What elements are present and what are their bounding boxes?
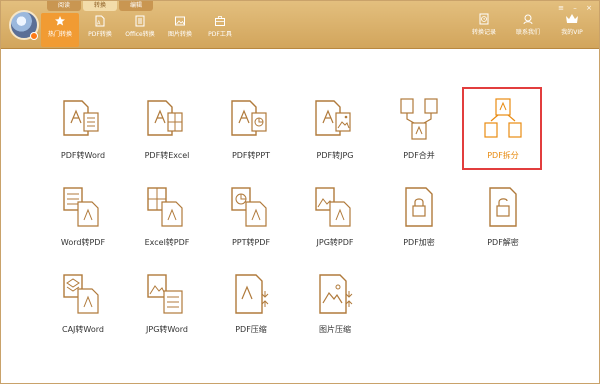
tab-read[interactable]: 阅读 xyxy=(47,1,81,11)
tool-label: CAJ转Word xyxy=(62,325,104,334)
nav-label: PDF转换 xyxy=(88,31,112,38)
nav-label: 图片转换 xyxy=(167,31,192,38)
tool-jpg-to-word[interactable]: JPG转Word xyxy=(125,267,209,354)
tab-edit[interactable]: 编辑 xyxy=(119,1,153,11)
tool-row: CAJ转Word JPG转Word PDF压缩 图片压缩 xyxy=(41,267,561,354)
tool-grid: PDF转Word PDF转Excel PDF转PPT PDF转JPG PDF合并… xyxy=(41,87,561,354)
app-window: 阅读 转换 编辑 热门转换 A PDF转换 Office转换 图片转换 PDF工… xyxy=(0,0,600,384)
tool-excel-to-pdf[interactable]: Excel转PDF xyxy=(125,180,209,267)
tool-label: PDF加密 xyxy=(403,238,435,247)
pdf-to-ppt-icon xyxy=(231,100,267,136)
tool-pdf-decrypt[interactable]: PDF解密 xyxy=(461,180,545,267)
tool-word-to-pdf[interactable]: Word转PDF xyxy=(41,180,125,267)
tool-jpg-to-pdf[interactable]: JPG转PDF xyxy=(293,180,377,267)
pdf-compress-icon xyxy=(235,274,269,314)
nav-label: PDF工具 xyxy=(208,31,232,38)
tool-pdf-to-word[interactable]: PDF转Word xyxy=(41,93,125,180)
tool-label: Excel转PDF xyxy=(144,238,190,247)
tool-pdf-to-excel[interactable]: PDF转Excel xyxy=(125,93,209,180)
tool-label: PDF转Word xyxy=(60,151,106,160)
tool-ppt-to-pdf[interactable]: PPT转PDF xyxy=(209,180,293,267)
pdf-to-excel-icon xyxy=(147,100,183,136)
tool-label: JPG转Word xyxy=(146,325,188,334)
tool-label: PPT转PDF xyxy=(231,238,271,247)
tool-label: PDF压缩 xyxy=(235,325,267,334)
nav-image-conversion[interactable]: 图片转换 xyxy=(161,13,199,47)
nav-office-conversion[interactable]: Office转换 xyxy=(121,13,159,47)
top-toolbar: 阅读 转换 编辑 热门转换 A PDF转换 Office转换 图片转换 PDF工… xyxy=(1,1,599,49)
toolbox-icon xyxy=(215,16,225,26)
svg-text:A: A xyxy=(97,21,101,27)
nav-pdf-tools[interactable]: PDF工具 xyxy=(201,13,239,47)
tool-pdf-to-ppt[interactable]: PDF转PPT xyxy=(209,93,293,180)
tool-image-compress[interactable]: 图片压缩 xyxy=(293,267,377,354)
tool-label: PDF转PPT xyxy=(231,151,271,160)
image-compress-icon xyxy=(319,274,353,314)
tool-label: PDF合并 xyxy=(403,151,435,160)
jpg-to-word-icon xyxy=(147,274,183,314)
unlock-icon xyxy=(489,187,517,227)
tool-row: PDF转Word PDF转Excel PDF转PPT PDF转JPG PDF合并… xyxy=(41,87,561,180)
tool-label: PDF转Excel xyxy=(144,151,190,160)
tool-pdf-split[interactable]: PDF拆分 xyxy=(461,87,545,180)
main-content: PDF转Word PDF转Excel PDF转PPT PDF转JPG PDF合并… xyxy=(1,50,599,383)
pdf-merge-icon xyxy=(400,98,438,140)
pdf-icon: A xyxy=(95,15,105,27)
right-nav-label: 我的VIP xyxy=(561,29,583,36)
caj-to-word-icon xyxy=(63,274,99,314)
word-to-pdf-icon xyxy=(63,187,99,227)
tool-pdf-compress[interactable]: PDF压缩 xyxy=(209,267,293,354)
tool-caj-to-word[interactable]: CAJ转Word xyxy=(41,267,125,354)
ppt-to-pdf-icon xyxy=(231,187,267,227)
close-icon[interactable]: × xyxy=(583,3,595,13)
tool-pdf-to-jpg[interactable]: PDF转JPG xyxy=(293,93,377,180)
tool-label: JPG转PDF xyxy=(316,238,354,247)
jpg-to-pdf-icon xyxy=(315,187,351,227)
pdf-to-word-icon xyxy=(63,100,99,136)
tool-pdf-encrypt[interactable]: PDF加密 xyxy=(377,180,461,267)
nav-pdf-conversion[interactable]: A PDF转换 xyxy=(81,13,119,47)
conversion-history-button[interactable]: 转换记录 xyxy=(467,13,501,36)
window-controls: ≡ – × xyxy=(555,3,595,13)
contact-us-button[interactable]: 联系我们 xyxy=(511,13,545,36)
tool-label: PDF转JPG xyxy=(316,151,354,160)
minimize-icon[interactable]: – xyxy=(569,3,581,13)
support-icon xyxy=(523,14,533,25)
nav-label: 热门转换 xyxy=(47,31,72,38)
crown-icon xyxy=(566,14,578,23)
history-icon xyxy=(479,13,489,25)
right-nav-label: 转换记录 xyxy=(471,29,496,36)
right-nav: 转换记录 联系我们 我的VIP xyxy=(467,13,589,36)
tab-convert[interactable]: 转换 xyxy=(83,1,117,11)
nav-label: Office转换 xyxy=(125,31,155,38)
tool-label: Word转PDF xyxy=(60,238,106,247)
tool-label: PDF解密 xyxy=(487,238,519,247)
mode-tabs: 阅读 转换 编辑 xyxy=(47,1,153,11)
right-nav-label: 联系我们 xyxy=(515,29,540,36)
my-vip-button[interactable]: 我的VIP xyxy=(555,13,589,36)
avatar-badge xyxy=(30,32,38,40)
image-icon xyxy=(175,16,185,26)
office-icon xyxy=(135,15,145,27)
tool-label: 图片压缩 xyxy=(319,325,351,334)
menu-icon[interactable]: ≡ xyxy=(555,3,567,13)
pdf-to-jpg-icon xyxy=(315,100,351,136)
nav-bar: 热门转换 A PDF转换 Office转换 图片转换 PDF工具 xyxy=(41,13,239,47)
nav-hot-conversion[interactable]: 热门转换 xyxy=(41,13,79,47)
lock-icon xyxy=(405,187,433,227)
excel-to-pdf-icon xyxy=(147,187,183,227)
tool-row: Word转PDF Excel转PDF PPT转PDF JPG转PDF PDF加密… xyxy=(41,180,561,267)
selection-highlight xyxy=(462,87,542,170)
tool-pdf-merge[interactable]: PDF合并 xyxy=(377,93,461,180)
star-icon xyxy=(55,16,65,26)
